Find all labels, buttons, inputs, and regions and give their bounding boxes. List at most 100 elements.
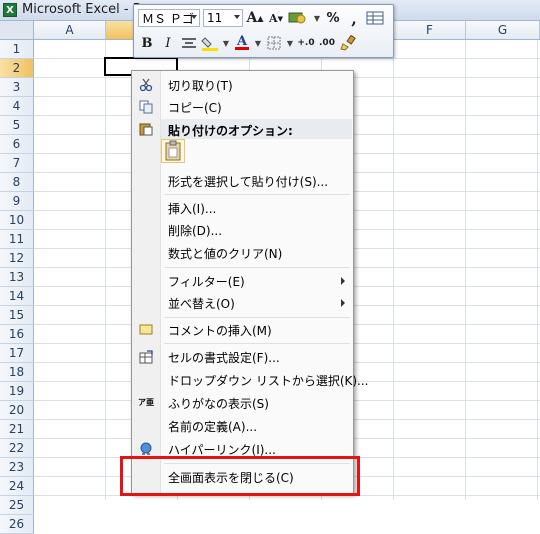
row-header[interactable]: 1 [0, 40, 34, 59]
menu-item-paste-special[interactable]: 形式を選択して貼り付け(S)... [132, 170, 353, 192]
row-header[interactable]: 16 [0, 325, 34, 344]
row-header[interactable]: 11 [0, 230, 34, 249]
grow-font-icon: A [246, 10, 258, 26]
row-header[interactable]: 17 [0, 344, 34, 363]
increase-decimal-button[interactable]: +.0 [297, 34, 315, 52]
column-header-g[interactable]: G [466, 21, 540, 40]
menu-item-label: ドロップダウン リストから選択(K)... [168, 374, 369, 388]
menu-header-label: 貼り付けのオプション: [168, 124, 293, 138]
menu-item-label: 切り取り(T) [168, 79, 233, 93]
menu-item-pick-from-list[interactable]: ドロップダウン リストから選択(K)... [132, 369, 369, 391]
font-size-box[interactable]: 11 [203, 9, 243, 27]
accounting-format-button[interactable] [288, 9, 310, 27]
row-header[interactable]: 2 [0, 59, 34, 78]
menu-item-label: フィルター(E) [168, 275, 245, 289]
menu-item-clear-contents[interactable]: 数式と値のクリア(N) [132, 242, 353, 264]
shrink-font-button[interactable]: A ▼ [267, 9, 285, 27]
comma-button[interactable]: , [345, 9, 363, 28]
menu-item-show-furigana[interactable]: ア亜 ふりがなの表示(S) [132, 392, 353, 414]
menu-item-delete[interactable]: 削除(D)... [132, 219, 353, 241]
menu-item-define-name[interactable]: 名前の定義(A)... [132, 415, 353, 437]
row-header[interactable]: 10 [0, 211, 34, 230]
submenu-arrow-icon [341, 299, 345, 307]
percent-button[interactable]: % [324, 9, 342, 27]
chevron-down-icon[interactable]: ▼ [222, 34, 230, 52]
borders-icon [267, 36, 281, 50]
row-header[interactable]: 18 [0, 363, 34, 382]
column-header-f[interactable]: F [394, 21, 466, 40]
font-name-box[interactable]: ＭＳ Ｐゴ [138, 9, 200, 27]
row-header[interactable]: 25 [0, 496, 34, 515]
italic-button[interactable]: I [159, 34, 177, 52]
decrease-decimal-button[interactable]: .00 [318, 34, 336, 52]
fill-color-button[interactable] [201, 34, 219, 52]
excel-icon[interactable]: X [3, 3, 17, 17]
menu-item-label: ふりがなの表示(S) [168, 397, 269, 411]
menu-item-label: 削除(D)... [168, 224, 223, 238]
font-color-button[interactable]: A [233, 34, 251, 52]
row-header[interactable]: 15 [0, 306, 34, 325]
row-header[interactable]: 22 [0, 439, 34, 458]
menu-item-sort[interactable]: 並べ替え(O) [132, 292, 353, 314]
comment-icon [138, 322, 154, 338]
paste-option-button[interactable] [161, 139, 185, 163]
align-center-button[interactable] [180, 34, 198, 52]
row-header[interactable]: 19 [0, 382, 34, 401]
menu-separator [164, 194, 350, 195]
borders-button[interactable] [265, 34, 283, 52]
grow-font-button[interactable]: A ▲ [246, 9, 264, 27]
menu-item-label: コメントの挿入(M) [168, 324, 272, 338]
row-header[interactable]: 9 [0, 192, 34, 211]
menu-item-format-cells[interactable]: セルの書式設定(F)... [132, 346, 353, 368]
paintbrush-icon [340, 35, 356, 51]
row-header[interactable]: 7 [0, 154, 34, 173]
menu-separator [164, 317, 350, 318]
menu-item-label: 並べ替え(O) [168, 297, 235, 311]
chevron-down-icon[interactable]: ▼ [286, 34, 294, 52]
row-header[interactable]: 3 [0, 78, 34, 97]
select-all-button[interactable] [0, 21, 34, 40]
column-header-a[interactable]: A [34, 21, 106, 40]
menu-item-label: セルの書式設定(F)... [168, 351, 280, 365]
row-header[interactable]: 4 [0, 97, 34, 116]
menu-item-label: 名前の定義(A)... [168, 420, 258, 434]
row-header[interactable]: 14 [0, 287, 34, 306]
chevron-down-icon[interactable] [234, 15, 240, 19]
menu-item-label: 挿入(I)... [168, 202, 217, 216]
row-header[interactable]: 24 [0, 477, 34, 496]
context-menu: 切り取り(T) コピー(C) 貼り付けのオプション: 形式を選択して貼り付け(S… [131, 70, 369, 494]
menu-item-insert-comment[interactable]: コメントの挿入(M) [132, 319, 353, 341]
chevron-down-icon[interactable] [191, 15, 197, 19]
table-icon [366, 11, 384, 25]
format-painter-button[interactable] [339, 34, 357, 52]
row-header[interactable]: 23 [0, 458, 34, 477]
menu-item-filter[interactable]: フィルター(E) [132, 270, 353, 292]
paint-bucket-icon [201, 37, 218, 51]
menu-item-cut[interactable]: 切り取り(T) [132, 74, 353, 96]
chevron-down-icon[interactable]: ▼ [313, 9, 321, 27]
clipboard-icon [165, 140, 181, 161]
font-size-value: 11 [207, 11, 223, 25]
row-header[interactable]: 12 [0, 249, 34, 268]
bold-button[interactable]: B [138, 34, 156, 52]
row-header[interactable]: 8 [0, 173, 34, 192]
menu-item-label: 形式を選択して貼り付け(S)... [168, 175, 329, 189]
format-painter-table-button[interactable] [366, 9, 384, 27]
row-header[interactable]: 26 [0, 515, 34, 534]
row-header[interactable]: 5 [0, 116, 34, 135]
row-headers: 1 2 3 4 5 6 7 8 9 10 11 12 13 14 15 16 1… [0, 40, 34, 534]
menu-item-insert[interactable]: 挿入(I)... [132, 197, 353, 219]
row-header[interactable]: 6 [0, 135, 34, 154]
menu-item-paste-options: 貼り付けのオプション: [132, 118, 353, 140]
row-header[interactable]: 20 [0, 401, 34, 420]
row-header[interactable]: 13 [0, 268, 34, 287]
align-center-icon [182, 38, 196, 48]
font-name-value: ＭＳ Ｐゴ [142, 11, 194, 26]
shrink-font-icon: A [269, 11, 278, 25]
row-header[interactable]: 21 [0, 420, 34, 439]
copy-icon [138, 99, 154, 115]
chevron-down-icon[interactable]: ▼ [254, 34, 262, 52]
menu-item-copy[interactable]: コピー(C) [132, 96, 353, 118]
paste-options-header: 貼り付けのオプション: [161, 119, 352, 139]
font-color-icon: A [236, 34, 248, 49]
